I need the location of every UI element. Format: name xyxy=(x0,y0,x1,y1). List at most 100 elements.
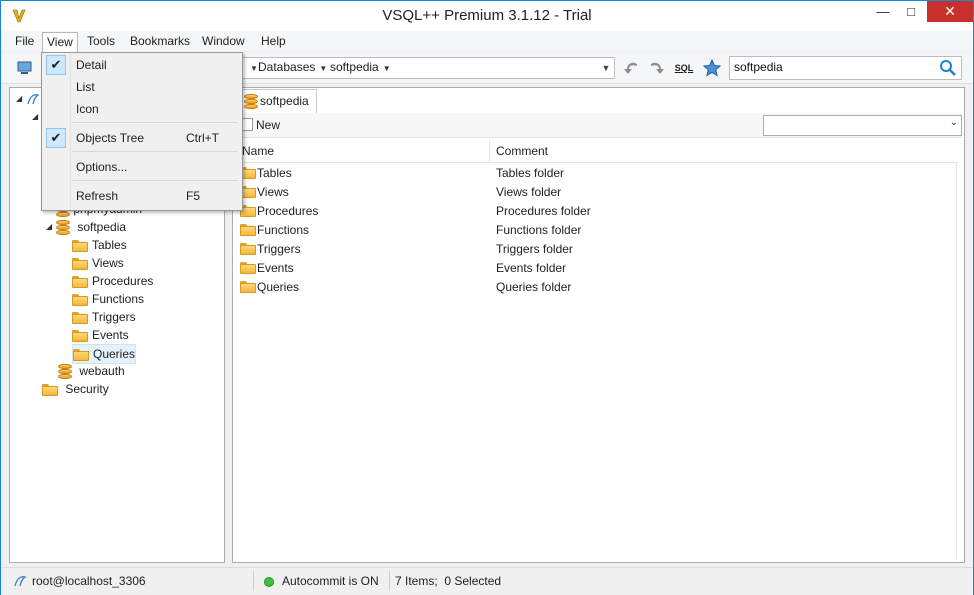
folder-icon xyxy=(240,224,256,236)
cell-name: Triggers xyxy=(257,242,301,256)
menu-item-icon[interactable]: Icon xyxy=(44,98,240,120)
new-document-icon[interactable] xyxy=(242,118,253,131)
close-button[interactable]: ✕ xyxy=(927,1,973,22)
table-row[interactable]: Triggers Triggers folder xyxy=(234,240,958,259)
breadcrumb-softpedia[interactable]: softpedia ▼ xyxy=(330,60,391,74)
folder-icon xyxy=(72,311,88,324)
grid-edge-line xyxy=(956,162,957,558)
database-icon xyxy=(244,94,258,110)
folder-icon xyxy=(72,293,88,306)
object-toolbar: New ⌄ xyxy=(234,113,962,138)
breadcrumb-dropdown-button[interactable]: ▼ xyxy=(598,58,614,78)
menu-separator xyxy=(72,122,238,123)
table-row[interactable]: Functions Functions folder xyxy=(234,221,958,240)
column-header-comment[interactable]: Comment xyxy=(496,144,548,158)
menu-item-objects-tree[interactable]: ✔ Objects Tree Ctrl+T xyxy=(44,127,240,149)
menu-item-label: List xyxy=(76,80,95,94)
status-dot-icon xyxy=(264,576,274,587)
expand-toggle-icon[interactable]: ◢ xyxy=(32,108,38,126)
menu-item-detail[interactable]: ✔ Detail xyxy=(44,54,240,76)
menu-item-options[interactable]: Options... xyxy=(44,156,240,178)
folder-icon xyxy=(72,239,88,252)
menu-file[interactable]: File xyxy=(11,33,38,50)
tree-item-procedures[interactable]: Procedures xyxy=(72,272,153,290)
menu-bookmarks[interactable]: Bookmarks xyxy=(126,33,194,50)
table-row[interactable]: Procedures Procedures folder xyxy=(234,202,958,221)
tab-label: softpedia xyxy=(260,94,309,108)
tree-item-views[interactable]: Views xyxy=(72,254,124,272)
menu-item-label: Objects Tree xyxy=(76,131,145,145)
status-connection: root@localhost_3306 xyxy=(32,574,146,588)
folder-icon xyxy=(42,383,58,396)
connect-icon[interactable] xyxy=(15,58,35,78)
cell-name: Events xyxy=(257,261,294,275)
tree-item-security[interactable]: Security xyxy=(42,380,109,398)
maximize-button[interactable]: □ xyxy=(897,1,925,22)
tree-item-tables[interactable]: Tables xyxy=(72,236,127,254)
status-bar: root@localhost_3306 Autocommit is ON 7 I… xyxy=(1,567,973,595)
menu-tools[interactable]: Tools xyxy=(83,33,119,50)
tree-item-label: softpedia xyxy=(77,220,127,234)
status-divider xyxy=(253,571,254,591)
menu-item-label: Detail xyxy=(76,58,107,72)
folder-icon xyxy=(72,275,88,288)
folder-icon xyxy=(73,348,89,361)
status-divider xyxy=(389,571,390,591)
minimize-button[interactable]: — xyxy=(869,1,897,22)
server-icon xyxy=(27,94,40,105)
breadcrumb-root-arrow[interactable]: ▼ xyxy=(246,60,258,74)
search-box[interactable] xyxy=(729,56,962,80)
filter-combo[interactable]: ⌄ xyxy=(763,115,962,136)
menu-view[interactable]: View xyxy=(42,32,78,52)
tree-item-label: Tables xyxy=(92,238,127,252)
expand-toggle-icon[interactable]: ◢ xyxy=(16,90,22,108)
column-header-name[interactable]: Name xyxy=(242,144,274,158)
tree-item-webauth[interactable]: webauth xyxy=(58,362,125,380)
forward-arrow-icon[interactable] xyxy=(646,58,666,78)
menu-item-shortcut: F5 xyxy=(186,189,201,203)
cell-name: Views xyxy=(257,185,289,199)
table-row[interactable]: Events Events folder xyxy=(234,259,958,278)
table-row[interactable]: Queries Queries folder xyxy=(234,278,958,297)
folder-icon xyxy=(240,281,256,293)
folder-icon xyxy=(240,262,256,274)
menu-item-label: Icon xyxy=(76,102,99,116)
cell-name: Procedures xyxy=(257,204,319,218)
table-row[interactable]: Tables Tables folder xyxy=(234,164,958,183)
window-title: VSQL++ Premium 3.1.12 - Trial xyxy=(382,7,592,24)
tree-item-functions[interactable]: Functions xyxy=(72,290,144,308)
view-menu-dropdown: ✔ Detail List Icon ✔ Objects Tree Ctrl+T Option… xyxy=(41,52,243,211)
menu-item-list[interactable]: List xyxy=(44,76,240,98)
sql-editor-icon[interactable]: SQL xyxy=(673,58,695,78)
bookmark-star-icon[interactable] xyxy=(702,58,722,78)
tree-item-events[interactable]: Events xyxy=(72,326,129,344)
tree-item-triggers[interactable]: Triggers xyxy=(72,308,136,326)
menu-separator xyxy=(72,151,238,152)
tree-item-label: Events xyxy=(92,328,129,342)
folder-icon xyxy=(72,257,88,270)
search-icon[interactable] xyxy=(939,59,957,77)
expand-toggle-icon[interactable]: ◢ xyxy=(46,218,52,236)
tree-item-label: Security xyxy=(65,382,109,396)
back-arrow-icon[interactable] xyxy=(622,58,642,78)
chevron-down-icon[interactable]: ⌄ xyxy=(950,117,958,128)
tree-item-label: Views xyxy=(92,256,124,270)
breadcrumb-databases[interactable]: Databases ▼ xyxy=(258,60,327,74)
grid-header: Name Comment xyxy=(234,140,958,163)
tab-softpedia[interactable]: softpedia xyxy=(239,89,317,113)
menu-window[interactable]: Window xyxy=(198,33,249,50)
tree-item-queries[interactable]: Queries xyxy=(72,344,137,364)
menu-item-refresh[interactable]: Refresh F5 xyxy=(44,185,240,207)
cell-name: Tables xyxy=(257,166,292,180)
cell-comment: Views folder xyxy=(496,185,562,199)
breadcrumb[interactable]: ▼ Databases ▼ softpedia ▼ ▼ xyxy=(241,57,615,79)
search-input[interactable] xyxy=(734,59,934,75)
new-button[interactable]: New xyxy=(256,118,280,132)
server-icon xyxy=(14,576,27,587)
menu-bar: File View Tools Bookmarks Window Help xyxy=(1,31,973,52)
table-row[interactable]: Views Views folder xyxy=(234,183,958,202)
column-separator[interactable] xyxy=(489,140,490,162)
checkmark-icon: ✔ xyxy=(46,128,66,148)
cell-comment: Events folder xyxy=(496,261,567,275)
menu-help[interactable]: Help xyxy=(257,33,290,50)
